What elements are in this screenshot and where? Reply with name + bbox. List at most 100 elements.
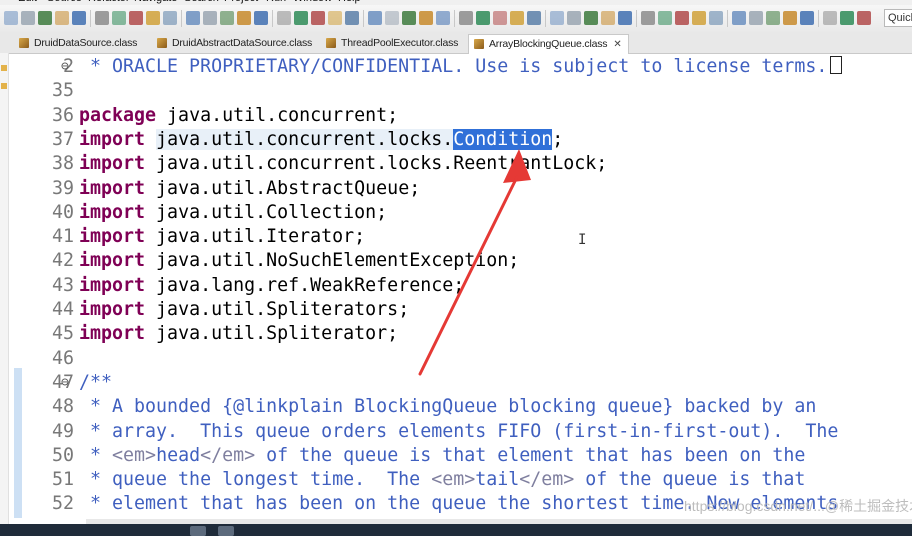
line-number: 49 [51, 420, 74, 442]
editor-tab-1[interactable]: DruidDataSource.class [14, 34, 143, 52]
editor-tab-3[interactable]: ThreadPoolExecutor.class [321, 34, 464, 52]
toolbar-button-icon[interactable] [72, 11, 86, 25]
toolbar-button-icon[interactable] [311, 11, 325, 25]
toolbar-button-icon[interactable] [641, 11, 655, 25]
taskbar-app-icon[interactable] [218, 526, 234, 536]
toolbar-button-icon[interactable] [95, 11, 109, 25]
code-token: java.util.concurrent.locks. [156, 128, 454, 150]
toolbar-button-icon[interactable] [146, 11, 160, 25]
toolbar-button-icon[interactable] [345, 11, 359, 25]
toolbar-button-icon[interactable] [436, 11, 450, 25]
toolbar-button-icon[interactable] [254, 11, 268, 25]
code-token: java.util.Spliterators; [145, 299, 410, 320]
toolbar-button-icon[interactable] [203, 11, 217, 25]
code-line: 37 import java.util.concurrent.locks.Cond… [0, 128, 912, 152]
toolbar-button-icon[interactable] [163, 11, 177, 25]
code-token: * [79, 444, 113, 466]
code-line: 40 import java.util.Collection; [0, 201, 912, 225]
menu-item-source[interactable]: Source [47, 0, 82, 4]
code-line: 45 import java.util.Spliterator; [0, 322, 912, 346]
toolbar-button-icon[interactable] [21, 11, 35, 25]
toolbar-button-icon[interactable] [766, 11, 780, 25]
code-token: java.util.AbstractQueue; [145, 177, 421, 199]
toolbar-button-icon[interactable] [237, 11, 251, 25]
menu-item-refactor[interactable]: Refactor [88, 0, 130, 4]
toolbar-separator [363, 10, 364, 27]
toolbar-button-icon[interactable] [385, 11, 399, 25]
fold-toggle-icon[interactable]: ⊖ [61, 371, 69, 395]
line-number: 45 [51, 323, 74, 345]
toolbar-button-icon[interactable] [601, 11, 615, 25]
toolbar-button-icon[interactable] [419, 11, 433, 25]
toolbar-button-icon[interactable] [328, 11, 342, 25]
toolbar-button-icon[interactable] [618, 11, 632, 25]
menu-item-help[interactable]: Help [338, 0, 361, 4]
main-toolbar: Quick [0, 5, 912, 33]
toolbar-button-icon[interactable] [510, 11, 524, 25]
toolbar-button-icon[interactable] [294, 11, 308, 25]
toolbar-button-icon[interactable] [476, 11, 490, 25]
toolbar-button-icon[interactable] [840, 11, 854, 25]
code-token: ; [552, 128, 564, 150]
toolbar-button-icon[interactable] [567, 11, 581, 25]
editor-tab-bar: DruidDataSource.class DruidAbstractDataSo… [0, 32, 912, 54]
toolbar-button-icon[interactable] [402, 11, 416, 25]
toolbar-button-icon[interactable] [800, 11, 814, 25]
toolbar-button-icon[interactable] [55, 11, 69, 25]
menu-item-search[interactable]: Search [184, 0, 219, 4]
close-tab-icon[interactable]: ✕ [613, 39, 621, 50]
toolbar-button-icon[interactable] [823, 11, 837, 25]
fold-toggle-icon[interactable]: ⊖ [61, 55, 69, 79]
toolbar-button-icon[interactable] [749, 11, 763, 25]
code-token: tail [475, 469, 520, 491]
code-line: 51 * queue the longest time. The <em>tai… [0, 468, 912, 492]
toolbar-button-icon[interactable] [4, 11, 18, 25]
toolbar-button-icon[interactable] [550, 11, 564, 25]
toolbar-button-icon[interactable] [220, 11, 234, 25]
keyword-token: import [79, 177, 146, 199]
editor-tab-4[interactable]: ArrayBlockingQueue.class ✕ [468, 34, 629, 54]
toolbar-separator [181, 10, 182, 27]
code-line: 38 import java.util.concurrent.locks.Reen… [0, 152, 912, 176]
quick-access-input[interactable]: Quick [884, 9, 912, 27]
code-token: java.util.NoSuchElementException; [145, 250, 520, 272]
toolbar-button-icon[interactable] [129, 11, 143, 25]
taskbar-app-icon[interactable] [190, 526, 206, 536]
line-number: 42 [51, 250, 74, 272]
menu-item-navigate[interactable]: Navigate [134, 0, 177, 4]
toolbar-button-icon[interactable] [277, 11, 291, 25]
toolbar-button-icon[interactable] [783, 11, 797, 25]
editor-tab-2[interactable]: DruidAbstractDataSource.class [152, 34, 318, 52]
toolbar-button-icon[interactable] [857, 11, 871, 25]
toolbar-button-icon[interactable] [493, 11, 507, 25]
toolbar-button-icon[interactable] [692, 11, 706, 25]
toolbar-button-icon[interactable] [527, 11, 541, 25]
menu-item-edit[interactable]: Edit [18, 0, 37, 4]
code-text: import java.util.Iterator; [79, 225, 365, 249]
code-text: * array. This queue orders elements FIFO… [79, 420, 838, 444]
toolbar-button-icon[interactable] [459, 11, 473, 25]
menu-item-project[interactable]: Project [224, 0, 258, 4]
keyword-token: import [79, 299, 146, 320]
toolbar-button-icon[interactable] [675, 11, 689, 25]
toolbar-separator [818, 10, 819, 27]
toolbar-button-icon[interactable] [709, 11, 723, 25]
toolbar-button-icon[interactable] [112, 11, 126, 25]
code-token: head [156, 444, 201, 466]
code-text: import java.util.Spliterators; [79, 298, 409, 322]
toolbar-button-icon[interactable] [186, 11, 200, 25]
code-line: 49 * array. This queue orders elements F… [0, 420, 912, 444]
toolbar-separator [90, 10, 91, 27]
code-line: 36 package java.util.concurrent; [0, 104, 912, 128]
code-token: java.util.concurrent.locks.ReentrantLock… [145, 153, 608, 175]
toolbar-button-icon[interactable] [368, 11, 382, 25]
toolbar-button-icon[interactable] [658, 11, 672, 25]
line-number: 36 [51, 104, 74, 126]
toolbar-button-icon[interactable] [584, 11, 598, 25]
class-file-icon [157, 38, 167, 48]
toolbar-button-icon[interactable] [732, 11, 746, 25]
toolbar-button-icon[interactable] [38, 11, 52, 25]
menu-item-run[interactable]: Run [266, 0, 286, 4]
menu-item-window[interactable]: Window [293, 0, 332, 4]
